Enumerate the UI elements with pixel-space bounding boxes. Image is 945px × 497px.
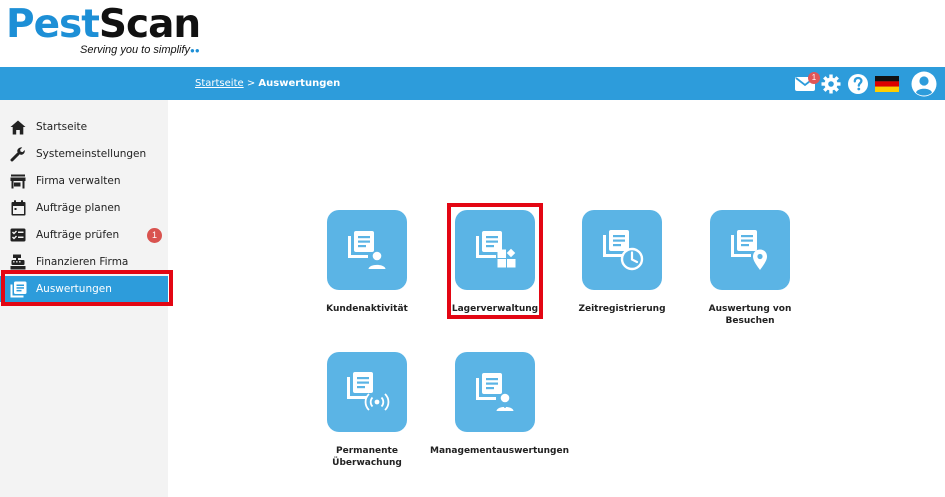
sidebar-item-startseite[interactable]: Startseite xyxy=(0,114,168,140)
tile-permanente-ueberwachung[interactable]: Permanente Überwachung xyxy=(302,352,432,469)
tile-kundenaktivitaet[interactable]: Kundenaktivität xyxy=(302,210,432,315)
tile-managementauswertungen[interactable]: Managementauswertungen xyxy=(430,352,569,457)
report-manager-icon xyxy=(455,352,535,432)
logo-tagline-text: Serving you to simplify xyxy=(80,44,191,56)
sidebar-item-label: Startseite xyxy=(36,121,88,133)
logo-pest: Pest xyxy=(6,2,100,47)
tile-label-line1: Zeitregistrierung xyxy=(578,304,666,314)
sidebar-item-label: Systemeinstellungen xyxy=(36,148,147,160)
tile-label-line1: Permanente xyxy=(336,446,398,456)
pestscan-logo[interactable]: PestScan Serving you to simplify●● xyxy=(6,4,206,64)
sidebar-item-label: Firma verwalten xyxy=(36,175,121,187)
breadcrumb-current: Auswertungen xyxy=(258,78,341,89)
logo-tagline-mark: ●● xyxy=(190,46,200,55)
tile-label-line1: Managementauswertungen xyxy=(430,446,570,456)
tile-label-line2: Überwachung xyxy=(332,458,402,468)
sidebar-item-auftraege-planen[interactable]: Aufträge planen xyxy=(0,195,168,221)
tile-label-line1: Lagerverwaltung xyxy=(451,304,539,314)
breadcrumb-home-link[interactable]: Startseite xyxy=(195,78,244,89)
tile-zeitregistrierung[interactable]: Zeitregistrierung xyxy=(557,210,687,315)
sidebar-item-label: Aufträge planen xyxy=(36,202,121,214)
tile-label-line1: Auswertung von xyxy=(708,304,792,314)
pending-count-badge: 1 xyxy=(147,228,162,243)
report-user-icon xyxy=(327,210,407,290)
user-avatar-icon[interactable] xyxy=(911,71,937,97)
tile-label: Permanente Überwachung xyxy=(302,445,432,469)
report-shapes-icon xyxy=(455,210,535,290)
gear-icon[interactable] xyxy=(821,74,841,94)
store-icon xyxy=(9,172,27,190)
top-bar: Startseite > Auswertungen 1 xyxy=(0,67,945,100)
flag-de-icon[interactable] xyxy=(875,75,899,92)
logo-tagline: Serving you to simplify●● xyxy=(80,44,200,56)
sidebar-item-firma-verwalten[interactable]: Firma verwalten xyxy=(0,168,168,194)
sidebar-item-auftraege-pruefen[interactable]: Aufträge prüfen 1 xyxy=(0,222,168,248)
report-icon xyxy=(9,280,27,298)
mail-badge: 1 xyxy=(808,71,820,84)
header-icons: 1 xyxy=(789,67,937,100)
sidebar-item-auswertungen[interactable]: Auswertungen xyxy=(0,276,168,302)
sidebar-item-systemeinstellungen[interactable]: Systemeinstellungen xyxy=(0,141,168,167)
tile-label: Lagerverwaltung xyxy=(430,303,560,315)
tile-label: Kundenaktivität xyxy=(302,303,432,315)
cash-register-icon xyxy=(9,253,27,271)
sidebar-item-label: Auswertungen xyxy=(36,283,112,295)
sidebar-item-label: Aufträge prüfen xyxy=(36,229,120,241)
logo-scan: Scan xyxy=(98,2,201,47)
tile-label: Auswertung von Besuchen xyxy=(685,303,815,327)
tile-auswertung-von-besuchen[interactable]: Auswertung von Besuchen xyxy=(685,210,815,327)
calendar-icon xyxy=(9,199,27,217)
breadcrumb-separator: > xyxy=(243,78,259,89)
logo-title: PestScan xyxy=(6,4,206,46)
report-clock-icon xyxy=(582,210,662,290)
mail-icon[interactable]: 1 xyxy=(795,71,820,92)
sidebar: Startseite Systemeinstellungen Firma ver… xyxy=(0,100,168,497)
breadcrumb: Startseite > Auswertungen xyxy=(195,67,340,100)
sidebar-item-label: Finanzieren Firma xyxy=(36,256,129,268)
sidebar-item-finanzieren-firma[interactable]: Finanzieren Firma xyxy=(0,249,168,275)
help-icon[interactable] xyxy=(847,73,869,95)
tile-label: Managementauswertungen xyxy=(430,445,569,457)
tile-label: Zeitregistrierung xyxy=(557,303,687,315)
wrench-icon xyxy=(9,145,27,163)
page: PestScan Serving you to simplify●● Start… xyxy=(0,0,945,497)
report-signal-icon xyxy=(327,352,407,432)
home-icon xyxy=(9,118,27,136)
tile-label-line1: Kundenaktivität xyxy=(326,304,408,314)
tile-label-line2: Besuchen xyxy=(725,316,775,326)
report-location-icon xyxy=(710,210,790,290)
tile-lagerverwaltung[interactable]: Lagerverwaltung xyxy=(430,210,560,315)
checklist-icon xyxy=(9,226,27,244)
